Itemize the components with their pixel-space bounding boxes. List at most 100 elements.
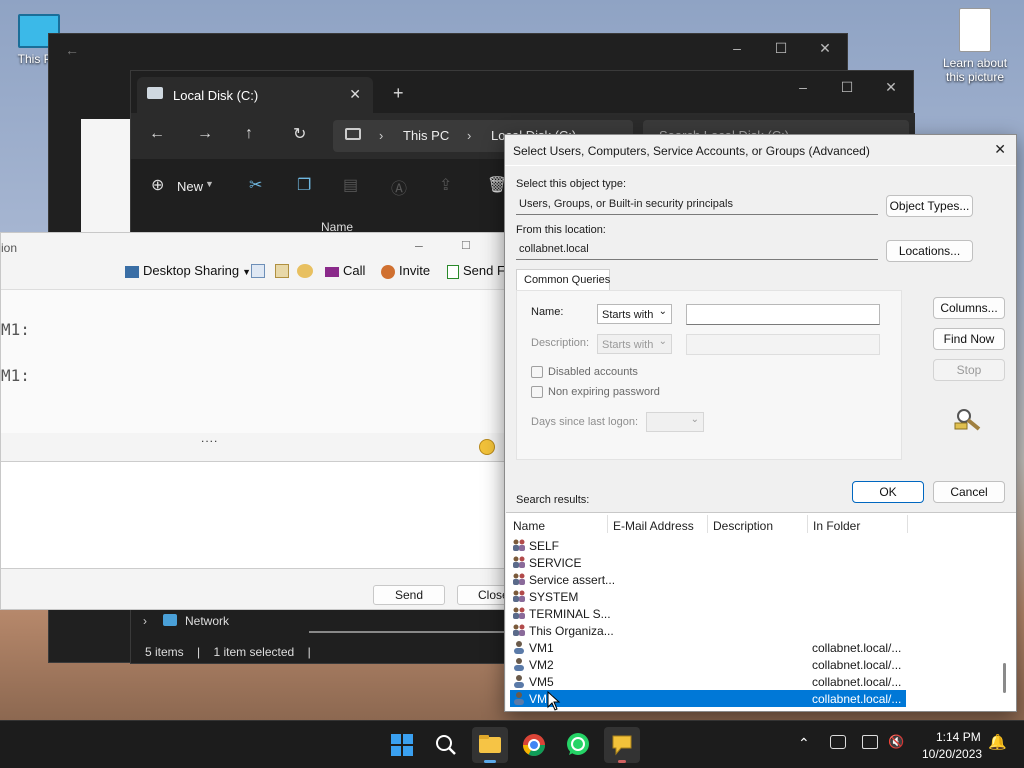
disabled-accounts-checkbox[interactable] — [531, 366, 543, 378]
network-tray-icon[interactable] — [830, 735, 846, 749]
emoji-icon[interactable] — [479, 439, 495, 455]
name-input[interactable] — [686, 304, 880, 325]
vertical-scrollbar[interactable] — [1003, 663, 1006, 693]
description-mode-value: Starts with — [602, 339, 654, 351]
column-email[interactable]: E-Mail Address — [613, 519, 694, 533]
chrome-taskbar-button[interactable] — [516, 727, 552, 763]
column-divider — [707, 515, 708, 533]
chat-title: ion — [1, 241, 18, 255]
search-magnifier-icon — [953, 407, 983, 433]
notes-icon[interactable] — [251, 264, 265, 278]
up-icon[interactable]: ↑ — [245, 125, 253, 143]
rename-icon[interactable]: Ⓐ — [391, 175, 407, 199]
send-file-button[interactable]: Send Fi — [447, 263, 508, 279]
stop-button[interactable]: Stop — [933, 359, 1005, 381]
row-name: This Organiza... — [529, 624, 614, 638]
maximize-icon[interactable]: ☐ — [825, 79, 869, 96]
search-results-list[interactable]: Name E-Mail Address Description In Folde… — [506, 512, 1016, 711]
close-icon[interactable]: ✕ — [803, 40, 847, 57]
row-name: VM1 — [529, 641, 554, 655]
file-explorer-taskbar-button[interactable] — [472, 727, 508, 763]
clock-date[interactable]: 10/20/2023 — [922, 747, 982, 761]
message-input[interactable] — [1, 461, 521, 569]
description-label: Description: — [531, 337, 590, 349]
whatsapp-icon — [567, 733, 589, 755]
minimize-icon[interactable]: – — [415, 237, 423, 253]
share-icon[interactable]: ⇪ — [439, 175, 452, 195]
breadcrumb-this-pc[interactable]: This PC — [403, 128, 449, 143]
contacts-icon[interactable] — [275, 264, 289, 278]
minimize-icon[interactable]: – — [715, 40, 759, 56]
display-tray-icon[interactable] — [862, 735, 878, 749]
nav-pane-network[interactable]: › Network — [143, 612, 293, 632]
row-name: SELF — [529, 539, 560, 553]
table-row[interactable]: SELF — [510, 537, 906, 554]
maximize-icon[interactable]: ☐ — [461, 239, 471, 252]
group-icon[interactable] — [297, 264, 313, 278]
invite-button[interactable]: Invite — [381, 263, 430, 279]
table-row[interactable]: VM1 collabnet.local/... — [510, 639, 906, 656]
status-items: 5 items — [145, 645, 184, 659]
clock-time[interactable]: 1:14 PM — [936, 730, 981, 744]
cut-icon[interactable]: ✂ — [249, 175, 262, 195]
chat-line: M1: — [1, 366, 30, 385]
columns-button[interactable]: Columns... — [933, 297, 1005, 319]
new-button[interactable]: New — [177, 179, 203, 194]
object-types-button[interactable]: Object Types... — [886, 195, 973, 217]
refresh-icon[interactable]: ↻ — [293, 124, 306, 144]
table-row[interactable]: SERVICE — [510, 554, 906, 571]
group-icon — [512, 555, 526, 569]
days-select[interactable]: ⌄ — [646, 412, 704, 432]
cancel-button[interactable]: Cancel — [933, 481, 1005, 503]
column-name[interactable]: Name — [513, 519, 545, 533]
table-row[interactable]: This Organiza... — [510, 622, 906, 639]
close-icon[interactable]: ✕ — [994, 141, 1006, 158]
copy-icon[interactable]: ❐ — [297, 175, 311, 195]
minimize-icon[interactable]: – — [781, 79, 825, 95]
status-divider: | — [307, 645, 311, 659]
name-mode-select[interactable]: Starts with ⌄ — [597, 304, 672, 324]
user-icon — [512, 640, 526, 654]
close-tab-icon[interactable]: ✕ — [349, 86, 361, 103]
chevron-up-icon[interactable]: ⌃ — [798, 735, 810, 752]
ok-button[interactable]: OK — [852, 481, 924, 503]
back-arrow-icon[interactable]: ← — [65, 42, 79, 58]
non-expiring-label: Non expiring password — [548, 386, 660, 398]
table-row[interactable]: TERMINAL S... — [510, 605, 906, 622]
table-row[interactable]: VM2 collabnet.local/... — [510, 656, 906, 673]
tab-local-disk[interactable]: Local Disk (C:) ✕ — [137, 77, 373, 113]
non-expiring-checkbox[interactable] — [531, 386, 543, 398]
description-input[interactable] — [686, 334, 880, 355]
forward-icon[interactable]: → — [197, 125, 213, 143]
splitter[interactable]: .... — [201, 431, 218, 445]
search-button[interactable] — [428, 727, 464, 763]
whatsapp-taskbar-button[interactable] — [560, 727, 596, 763]
mute-icon[interactable]: 🔇 — [888, 734, 904, 750]
desktop-icon-learn-picture[interactable]: Learn about this picture — [938, 8, 1012, 84]
table-row[interactable]: VM6 collabnet.local/... — [510, 690, 906, 707]
desktop-sharing-button[interactable]: Desktop Sharing ▼ — [125, 263, 251, 278]
chat-app-taskbar-button[interactable] — [604, 727, 640, 763]
locations-button[interactable]: Locations... — [886, 240, 973, 262]
maximize-icon[interactable]: ☐ — [759, 40, 803, 57]
table-row[interactable]: SYSTEM — [510, 588, 906, 605]
table-row[interactable]: VM5 collabnet.local/... — [510, 673, 906, 690]
description-mode-select[interactable]: Starts with ⌄ — [597, 334, 672, 354]
find-now-button[interactable]: Find Now — [933, 328, 1005, 350]
call-button[interactable]: Call — [325, 263, 365, 278]
dialog-body — [505, 165, 1016, 166]
column-description[interactable]: Description — [713, 519, 773, 533]
paste-icon[interactable]: ▤ — [343, 175, 358, 195]
close-icon[interactable]: ✕ — [869, 79, 913, 96]
back-icon[interactable]: ← — [149, 125, 165, 143]
new-tab-button[interactable]: + — [393, 83, 404, 104]
column-in-folder[interactable]: In Folder — [813, 519, 860, 533]
chat-window: ion – ☐ Desktop Sharing ▼ Call Invite Sen… — [0, 232, 521, 610]
new-plus-icon[interactable]: ⊕ — [151, 175, 164, 195]
start-button[interactable] — [384, 727, 420, 763]
tab-common-queries[interactable]: Common Queries — [516, 269, 610, 291]
send-button[interactable]: Send — [373, 585, 445, 605]
table-row[interactable]: Service assert... — [510, 571, 906, 588]
notification-bell-icon[interactable]: 🔔 — [988, 733, 1007, 751]
search-icon — [436, 735, 456, 755]
